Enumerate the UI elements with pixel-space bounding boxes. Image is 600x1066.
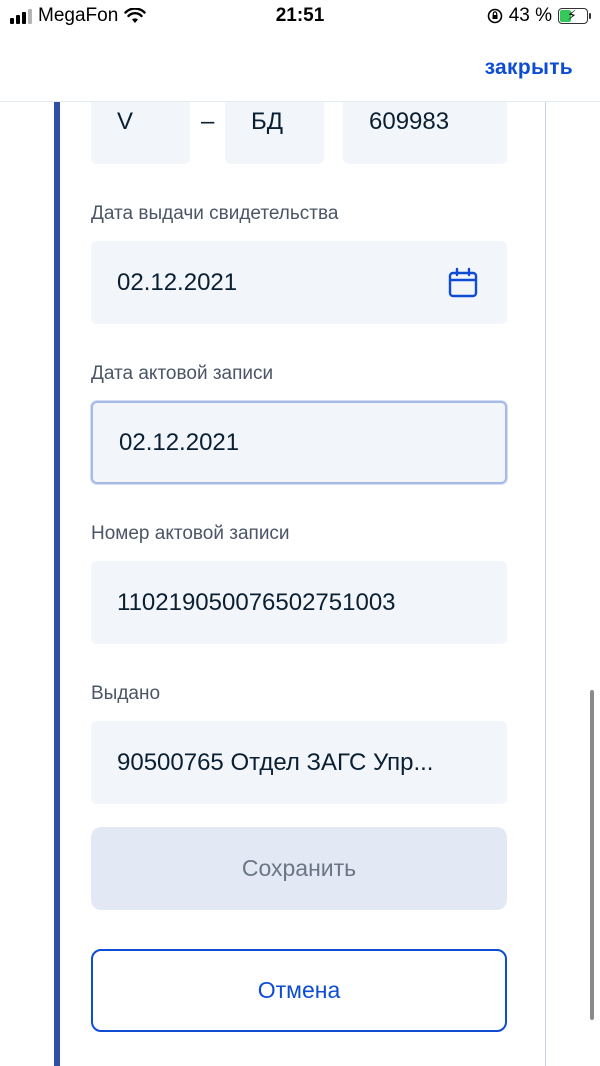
save-button[interactable]: Сохранить <box>91 827 507 910</box>
series-dash: – <box>201 108 215 135</box>
record-date-value: 02.12.2021 <box>119 428 240 456</box>
issue-date-input[interactable]: 02.12.2021 <box>91 241 507 324</box>
record-number-input[interactable]: 110219050076502751003 <box>91 561 507 644</box>
issue-date-value: 02.12.2021 <box>117 268 238 296</box>
issue-date-label: Дата выдачи свидетельства <box>91 203 339 224</box>
series-part2-value: БД <box>251 108 284 135</box>
charging-bolt-icon: ⚡ <box>567 7 577 23</box>
series-part1-value: V <box>117 108 134 135</box>
close-link[interactable]: закрыть <box>485 56 573 80</box>
battery-percent: 43 % <box>508 5 552 26</box>
record-date-label: Дата актовой записи <box>91 363 274 384</box>
record-number-value: 110219050076502751003 <box>117 588 396 616</box>
calendar-icon[interactable] <box>447 267 479 299</box>
cancel-button[interactable]: Отмена <box>91 949 507 1032</box>
scrollbar[interactable] <box>590 690 594 1020</box>
battery-icon: ⚡ <box>558 7 591 24</box>
top-header: закрыть <box>0 34 600 102</box>
status-right: 43 % ⚡ <box>487 5 591 27</box>
issued-by-label: Выдано <box>91 683 161 704</box>
certificate-number-value: 609983 <box>369 108 450 135</box>
issued-by-value: 90500765 Отдел ЗАГС Упр... <box>117 748 434 776</box>
orientation-lock-icon <box>487 8 502 24</box>
status-bar: MegaFon 21:51 43 % ⚡ <box>0 0 600 34</box>
record-number-label: Номер актовой записи <box>91 523 290 544</box>
issued-by-input[interactable]: 90500765 Отдел ЗАГС Упр... <box>91 721 507 804</box>
record-date-input[interactable]: 02.12.2021 <box>91 401 507 484</box>
